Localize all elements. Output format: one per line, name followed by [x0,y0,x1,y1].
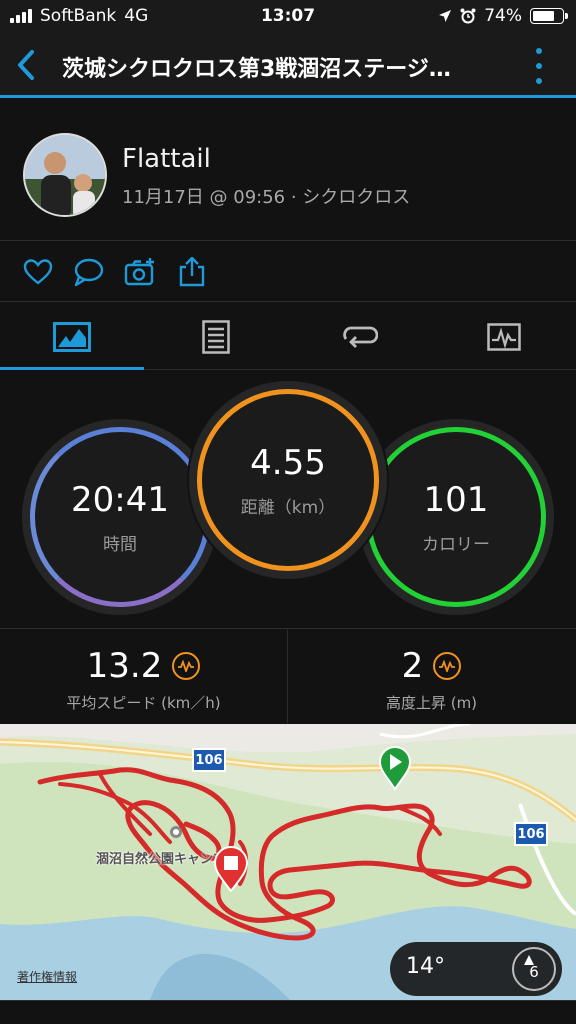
wind-compass-icon: 6 [512,947,556,991]
charts-icon [487,322,521,351]
user-name[interactable]: Flattail [122,144,211,174]
avg-speed-label: 平均スピード (km／h) [66,694,221,712]
avg-speed: 13.2 平均スピード (km／h) [0,630,287,723]
distance-value: 4.55 [250,442,326,483]
nav-bar: 茨城シクロクロス第3戦涸沼ステージ… [0,34,576,98]
elevation-chart-icon[interactable] [433,652,462,680]
activity-header: Flattail 11月17日 @ 09:56 · シクロクロス [0,101,576,241]
alarm-icon [460,8,476,24]
battery-percent: 74% [484,6,522,26]
temperature: 14° [406,954,445,979]
start-marker-icon[interactable] [378,746,412,790]
time-value: 20:41 [71,479,169,520]
activity-title: 茨城シクロクロス第3戦涸沼ステージ… [62,57,451,82]
bottom-section-edge [0,1000,576,1024]
more-options-icon[interactable] [534,48,544,84]
tab-bar [0,303,576,370]
calories-value: 101 [423,479,489,520]
share-icon[interactable] [176,256,208,288]
calories-label: カロリー [422,534,490,555]
stats-icon [53,321,91,352]
location-icon [439,10,452,22]
summary-stats: 20:41 時間 101 カロリー 4.55 距離（km） [0,371,576,629]
status-right: 74% [438,6,568,26]
status-bar: SoftBank 4G 13:07 74% [0,0,576,34]
route-map[interactable]: 106 106 涸沼自然公園キャンプ場 著作権情報 14° 6 [0,724,576,1000]
metrics-row: 13.2 平均スピード (km／h) 2 高度上昇 (m) [0,630,576,723]
tab-stats[interactable] [0,303,144,370]
avg-speed-value: 13.2 [86,646,163,686]
finish-marker-icon[interactable] [213,846,249,892]
details-icon [202,319,230,354]
wind-arrow-icon [524,955,534,965]
weather-badge: 14° 6 [390,942,562,996]
comment-icon[interactable] [73,256,105,288]
distance-label: 距離（km） [240,497,336,518]
wind-speed: 6 [529,963,539,981]
tab-laps[interactable] [288,303,432,370]
activity-meta: 11月17日 @ 09:56 · シクロクロス [122,187,411,208]
distance-circle: 4.55 距離（km） [197,389,379,571]
tab-details[interactable] [144,303,288,370]
avatar[interactable] [23,133,107,217]
time-circle: 20:41 時間 [30,427,210,607]
back-chevron-icon[interactable] [12,48,42,82]
elevation-gain: 2 高度上昇 (m) [288,630,575,723]
battery-icon [530,8,568,24]
tab-charts[interactable] [432,303,576,370]
speed-chart-icon[interactable] [172,652,201,680]
time-label: 時間 [103,534,137,555]
road-106-label-west: 106 [192,748,226,772]
calories-circle: 101 カロリー [366,427,546,607]
like-heart-icon[interactable] [22,256,54,288]
map-attribution-link[interactable]: 著作権情報 [17,968,77,985]
road-106-label-east: 106 [514,822,548,846]
add-photo-icon[interactable] [124,256,156,288]
elevation-value: 2 [401,646,424,686]
laps-icon [343,326,378,348]
action-bar [0,242,576,302]
elevation-label: 高度上昇 (m) [385,694,478,712]
